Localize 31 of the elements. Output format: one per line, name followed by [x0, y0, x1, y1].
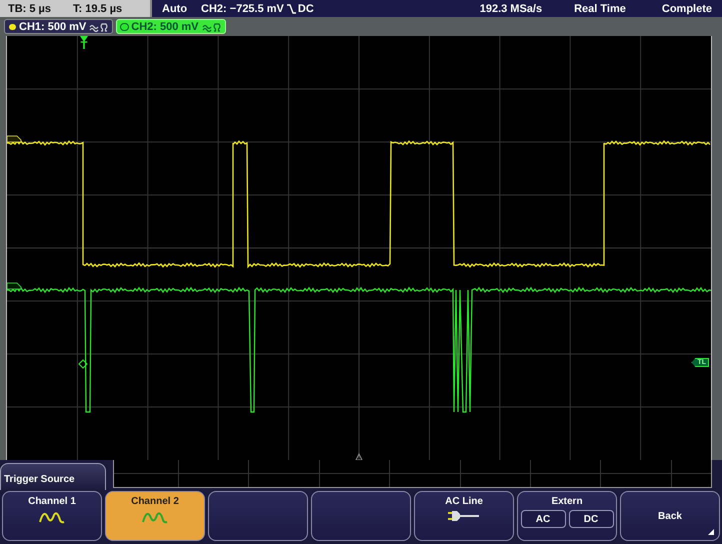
trigger-mode-label: Auto: [162, 2, 188, 14]
coupling-label: DC: [298, 2, 314, 14]
channel-tab[interactable]: CH2: 500 mV: [116, 19, 226, 34]
empty-softkey[interactable]: [208, 491, 308, 541]
channel-marker-icon: [7, 136, 22, 142]
trigger-marker: T: [80, 42, 88, 51]
trigger-level-label: CH2: −725.5 mV: [201, 2, 284, 14]
acquisition-mode-label: Real Time: [574, 2, 626, 14]
channel-softkey[interactable]: Channel 2: [105, 491, 205, 541]
coupling-button[interactable]: AC: [520, 510, 566, 528]
coupling-icon: [89, 22, 110, 32]
trigger-time-label: T: 19.5 µs: [73, 2, 122, 14]
back-softkey[interactable]: Back: [620, 491, 720, 541]
timebase-label: TB: 5 µs: [8, 2, 52, 14]
sample-rate-label: 192.3 MSa/s: [480, 2, 542, 14]
softkey-label: Extern: [551, 496, 583, 507]
channel-softkey[interactable]: Channel 1: [2, 491, 102, 541]
empty-softkey[interactable]: [311, 491, 411, 541]
coupling-icon: [202, 22, 222, 32]
falling-edge-icon: [286, 4, 296, 14]
corner-icon: [708, 529, 714, 535]
menu-title: Trigger Source: [0, 463, 106, 490]
time-reference-icon: [355, 452, 363, 460]
trigger-arrow-icon: [80, 36, 88, 42]
channel-tab[interactable]: CH1: 500 mV: [4, 19, 114, 34]
channel-marker-icon: [7, 282, 22, 290]
coupling-button[interactable]: DC: [568, 510, 614, 528]
trigger-point-icon: [78, 359, 88, 369]
ac-line-softkey[interactable]: AC Line: [414, 491, 514, 541]
plug-icon: [448, 510, 480, 522]
acquisition-state-label: Complete: [662, 2, 712, 14]
